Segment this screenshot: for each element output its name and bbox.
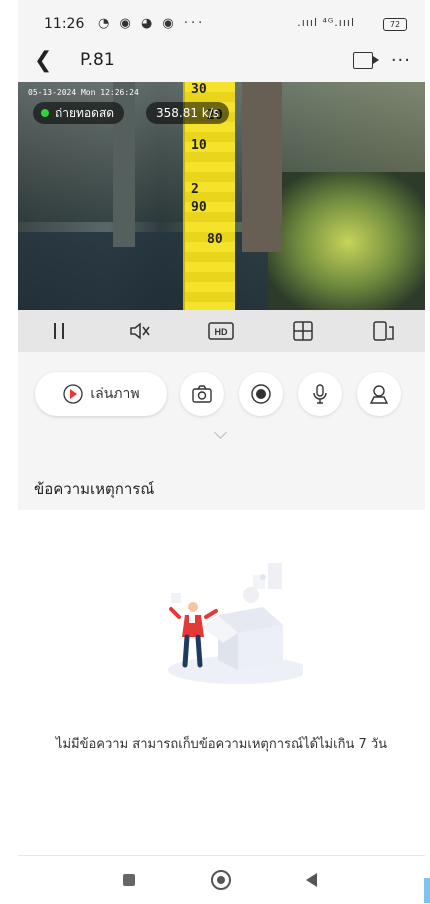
- video-record-icon[interactable]: [353, 52, 379, 69]
- microphone-icon: [313, 384, 327, 404]
- hd-icon[interactable]: HD: [201, 316, 241, 346]
- chevron-down-icon[interactable]: [214, 426, 227, 439]
- live-video-view[interactable]: 30 20 10 2 90 80 05-13-2024 Mon 12:26:24…: [18, 82, 425, 310]
- back-icon[interactable]: ❮: [34, 48, 52, 73]
- playback-label: เล่นภาพ: [90, 386, 140, 402]
- empty-box-illustration: [168, 563, 303, 684]
- app-screen: 11:26 ◔ ◉ ◕ ◉ ··· .ıııl ⁴ᴳ.ıııl 72 ❮ P.8…: [18, 0, 425, 904]
- ptz-person-icon: [369, 385, 389, 404]
- grid-icon[interactable]: [283, 316, 323, 346]
- page-title: P.81: [80, 50, 115, 70]
- video-timestamp: 05-13-2024 Mon 12:26:24: [28, 88, 139, 97]
- record-icon: [251, 384, 271, 404]
- signal-icon: .ıııl ⁴ᴳ.ıııl: [297, 16, 355, 29]
- bitrate-badge: 358.81 k/s: [146, 102, 230, 124]
- events-list-empty: ไม่มีข้อความ สามารถเก็บข้อความเหตุการณ์ไ…: [18, 510, 425, 855]
- gauge-mark: 90: [191, 200, 207, 215]
- edge-tab: [424, 878, 430, 903]
- notification-icons: ◔ ◉ ◕ ◉ ···: [98, 16, 206, 31]
- video-control-bar: HD: [18, 310, 425, 352]
- video-moss-bg: [268, 172, 425, 310]
- camera-icon: [192, 385, 212, 403]
- pause-icon[interactable]: [39, 316, 79, 346]
- events-header: ข้อความเหตุการณ์: [18, 462, 425, 510]
- more-menu-icon[interactable]: ···: [391, 50, 411, 71]
- gauge-mark: 30: [191, 82, 207, 97]
- status-time: 11:26: [44, 16, 85, 32]
- battery-icon: 72: [383, 18, 407, 31]
- action-row: เล่นภาพ: [18, 352, 425, 462]
- back-triangle-icon[interactable]: [306, 873, 317, 887]
- events-title: ข้อความเหตุการณ์: [34, 480, 155, 498]
- replay-icon: [63, 384, 84, 404]
- mute-icon[interactable]: [120, 316, 160, 346]
- top-nav: ❮ P.81 ···: [18, 44, 425, 82]
- system-nav-bar: [18, 855, 425, 904]
- screen-rotate-icon[interactable]: [364, 316, 404, 346]
- screenshot-button[interactable]: [180, 372, 224, 416]
- gauge-mark: 80: [207, 232, 223, 247]
- ptz-button[interactable]: [357, 372, 401, 416]
- status-bar: 11:26 ◔ ◉ ◕ ◉ ··· .ıııl ⁴ᴳ.ıııl 72: [18, 0, 425, 44]
- gauge-mark: 2: [191, 182, 199, 197]
- live-badge: ถ่ายทอดสด: [33, 102, 125, 124]
- talk-button[interactable]: [298, 372, 342, 416]
- playback-button[interactable]: เล่นภาพ: [35, 372, 167, 416]
- empty-events-message: ไม่มีข้อความ สามารถเก็บข้อความเหตุการณ์ไ…: [55, 737, 388, 752]
- record-button[interactable]: [239, 372, 283, 416]
- hd-label: HD: [215, 327, 228, 337]
- recent-apps-icon[interactable]: [123, 874, 135, 886]
- video-post: [242, 82, 282, 252]
- home-icon[interactable]: [211, 870, 231, 890]
- gauge-mark: 10: [191, 138, 207, 153]
